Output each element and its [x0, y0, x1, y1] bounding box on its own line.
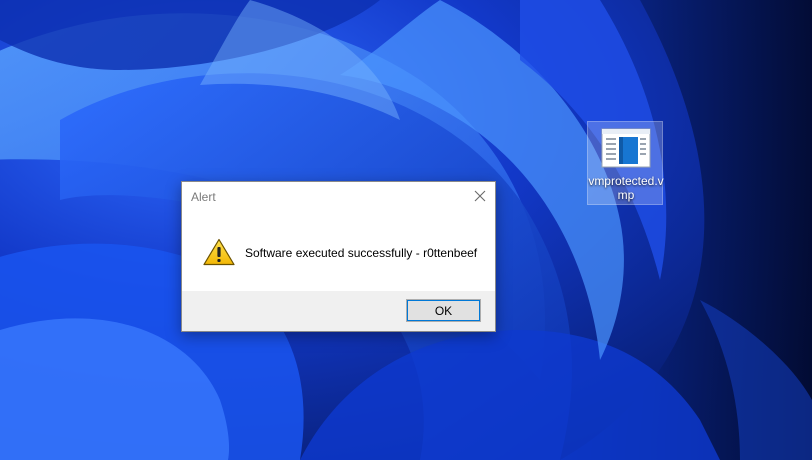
- file-icon: [601, 128, 651, 168]
- close-button[interactable]: [465, 182, 495, 212]
- ok-button[interactable]: OK: [406, 299, 481, 322]
- dialog-title: Alert: [191, 190, 216, 204]
- desktop-icon-label: vmprotected.vmp: [588, 174, 664, 202]
- warning-icon: [203, 238, 235, 266]
- dialog-footer: OK: [182, 291, 495, 331]
- dialog-content: Software executed successfully - r0ttenb…: [182, 212, 495, 292]
- desktop-icon-vmprotected[interactable]: vmprotected.vmp: [587, 121, 664, 205]
- close-icon: [474, 190, 486, 202]
- dialog-message: Software executed successfully - r0ttenb…: [245, 246, 478, 260]
- dialog-titlebar[interactable]: Alert: [182, 182, 495, 212]
- alert-dialog: Alert Software executed successfully - r…: [181, 181, 496, 332]
